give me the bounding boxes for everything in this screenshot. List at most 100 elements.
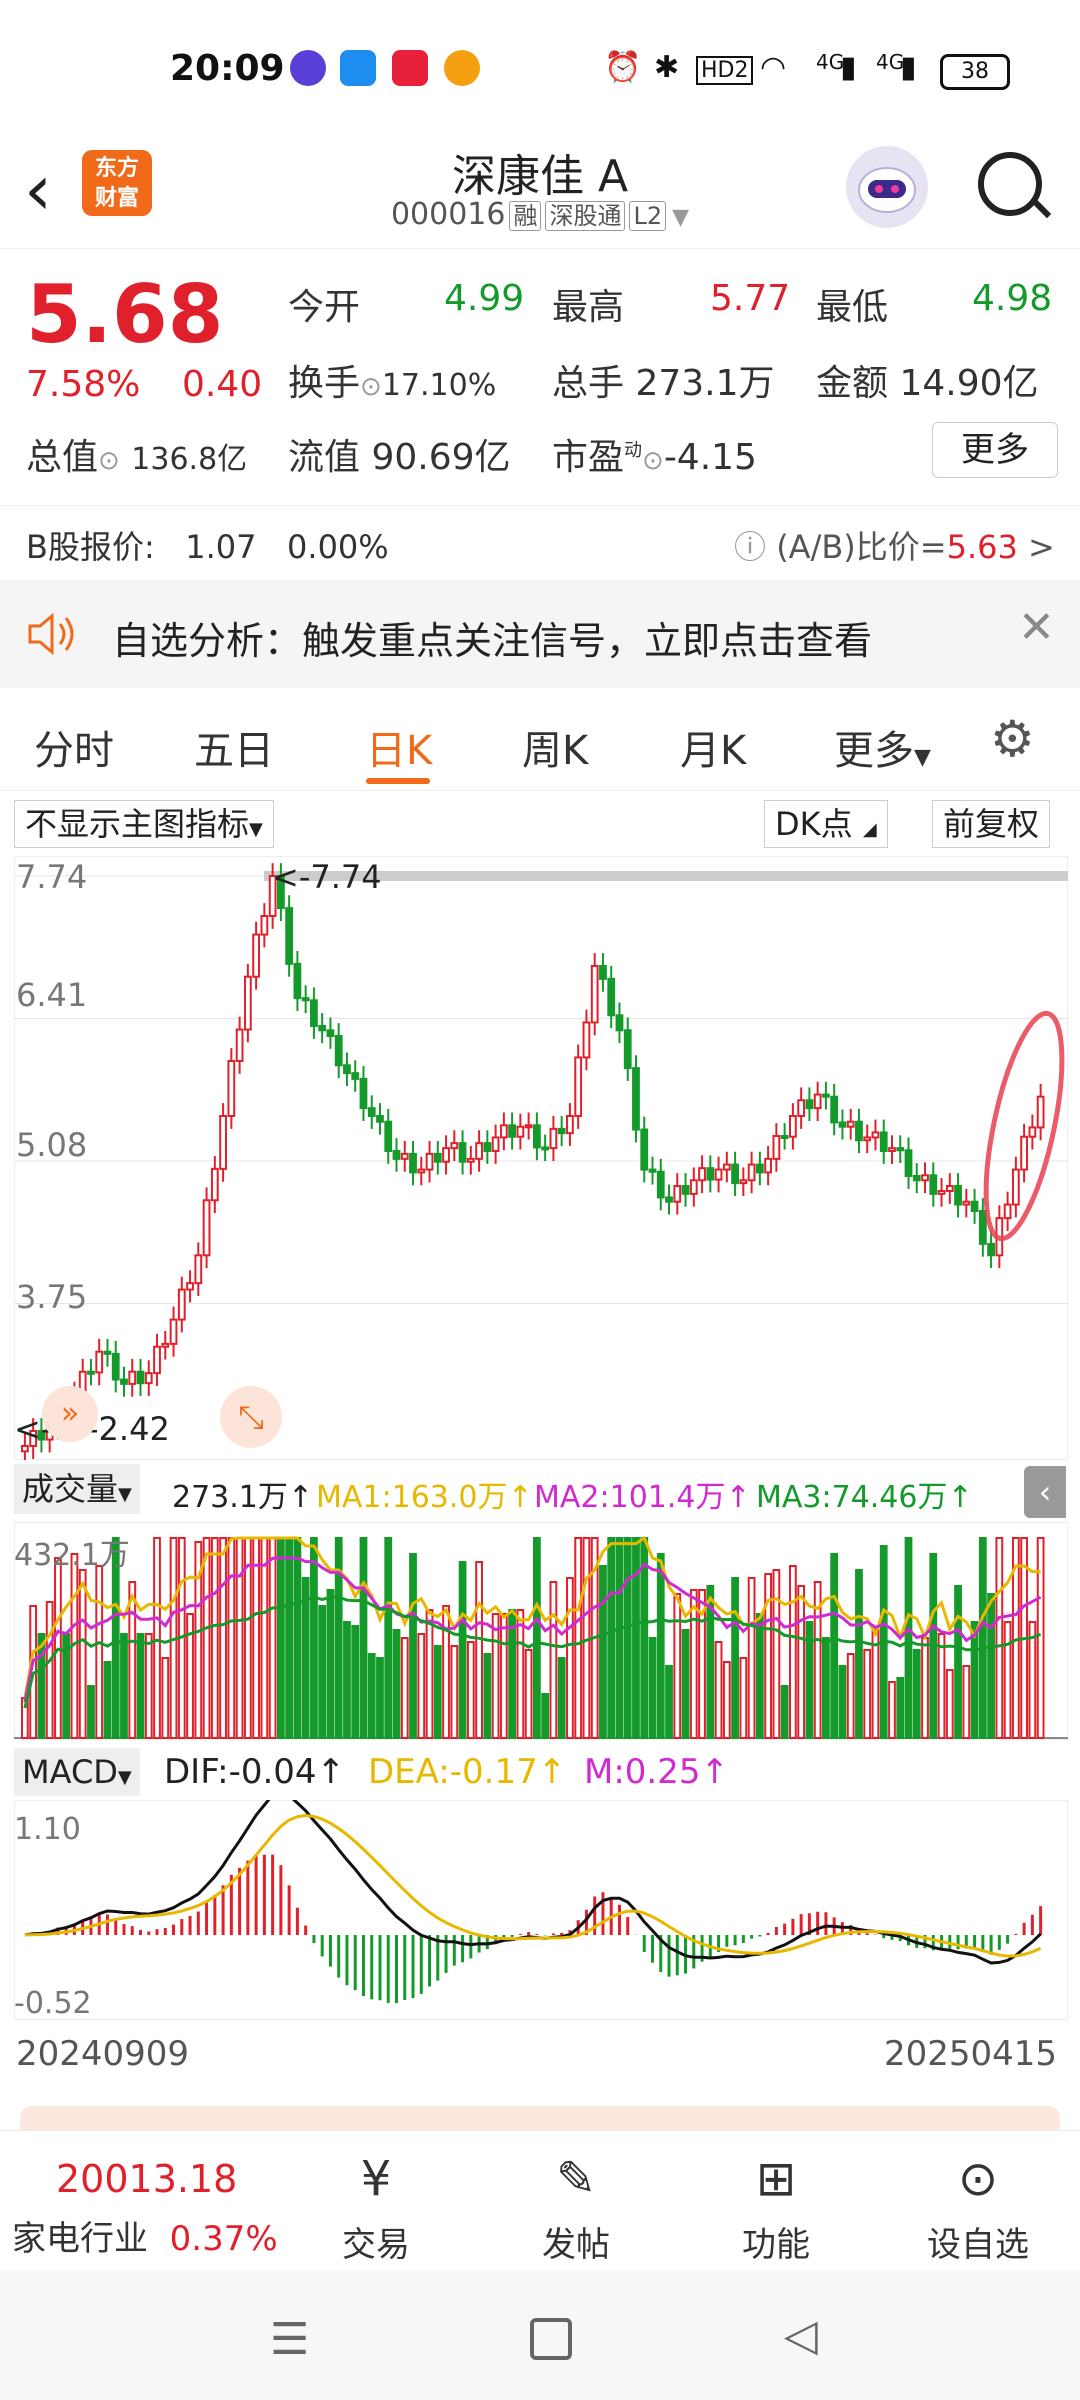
m-label: M:0.25↑ <box>584 1752 729 1792</box>
notice-banner[interactable]: 自选分析：触发重点关注信号，立即点击查看 ✕ <box>0 580 1080 688</box>
volume-bar <box>822 1637 830 1739</box>
volume-arrow: ↑ <box>287 1480 314 1515</box>
open-value: 4.99 <box>444 278 525 319</box>
volume-bar <box>326 1589 335 1739</box>
volume-bar <box>310 1537 318 1739</box>
pe-info-icon[interactable]: ⊙ <box>642 446 664 476</box>
macd-indicator-label: MACD <box>22 1753 118 1791</box>
tab-more-caret: ▼ <box>914 745 931 770</box>
volume-bar <box>607 1537 616 1739</box>
post-button[interactable]: ✎ 发帖 <box>516 2151 636 2266</box>
macd-y-bottom: -0.52 <box>14 1986 92 2021</box>
candle-body <box>780 1135 789 1139</box>
volume-bar <box>921 1637 929 1739</box>
alarm-icon: ⏰ <box>604 50 642 85</box>
trade-button[interactable]: ¥ 交易 <box>316 2151 436 2266</box>
high-value: 5.77 <box>710 278 791 319</box>
volume-indicator-select[interactable]: 成交量▼ <box>14 1464 140 1514</box>
industry-row[interactable]: 家电行业 0.37% <box>12 2211 278 2260</box>
volume-bar <box>466 1641 475 1739</box>
candle-body <box>210 1167 219 1202</box>
candle-body <box>516 1125 525 1138</box>
start-date: 20240909 <box>16 2034 190 2074</box>
volume-bar <box>623 1537 632 1739</box>
expand-icon[interactable]: ⤡ <box>220 1386 282 1448</box>
more-button[interactable]: 更多 <box>932 422 1058 478</box>
dk-caret-icon: ◢ <box>862 819 877 840</box>
close-icon[interactable]: ✕ <box>1018 602 1055 653</box>
volume-bar <box>359 1537 368 1739</box>
candle-body <box>739 1179 748 1185</box>
tab-monthly-k[interactable]: 月K <box>680 718 746 776</box>
candle-body <box>359 1077 368 1110</box>
volume-bar <box>780 1685 789 1739</box>
open-label: 今开 <box>288 287 361 328</box>
ab-ratio-row[interactable]: ⓘ (A/B)比价=5.63 > <box>734 522 1055 568</box>
current-price: 5.68 <box>26 268 224 361</box>
candle-body <box>978 1210 987 1245</box>
info-icon[interactable]: ⊙ <box>98 446 120 476</box>
ab-ratio-value: 5.63 <box>946 528 1018 566</box>
volume-bar <box>524 1649 533 1739</box>
volume-bar <box>37 1633 46 1739</box>
tab-more[interactable]: 更多▼ <box>834 718 931 776</box>
tab-intraday[interactable]: 分时 <box>34 718 114 776</box>
turnover-value: 17.10% <box>381 368 497 403</box>
tag-l2: L2 <box>629 201 667 231</box>
volume-bar <box>747 1577 756 1739</box>
candlestick-chart[interactable] <box>14 856 1068 1460</box>
macd-indicator-select[interactable]: MACD▼ <box>14 1748 140 1796</box>
volume-bar <box>970 1621 979 1739</box>
dk-point-button[interactable]: DK点 ◢ <box>764 800 888 848</box>
turnover-label-row: 换手⊙17.10% <box>288 354 496 406</box>
add-watchlist-button[interactable]: ⊙ 设自选 <box>918 2151 1038 2266</box>
low-value: 4.98 <box>972 278 1053 319</box>
turnover-info-icon[interactable]: ⊙ <box>360 372 382 402</box>
tab-weekly-k[interactable]: 周K <box>522 718 588 776</box>
candle-body <box>648 1168 657 1173</box>
volume-bar <box>896 1677 905 1739</box>
ma1-text: MA1:163.0万 <box>316 1480 508 1515</box>
search-icon[interactable] <box>978 152 1042 216</box>
market-cap-row[interactable]: 总值⊙ 136.8亿 <box>26 428 247 480</box>
settings-gear-icon[interactable]: ⚙ <box>990 710 1035 768</box>
functions-button[interactable]: ⊞ 功能 <box>716 2151 836 2266</box>
candle-body <box>912 1175 921 1182</box>
collapse-icon[interactable]: » <box>42 1386 98 1442</box>
candle-body <box>599 965 607 980</box>
candle-body <box>772 1135 781 1160</box>
dea-arrow: ↑ <box>537 1752 567 1792</box>
volume-bar <box>632 1537 640 1739</box>
annotation-circle <box>983 1010 1065 1242</box>
candle-body <box>607 977 616 1017</box>
volume-chart[interactable] <box>14 1522 1068 1740</box>
assistant-robot-icon[interactable] <box>846 146 928 228</box>
max-price-marker: <-7.74 <box>272 858 382 896</box>
candle-body <box>855 1120 863 1142</box>
volume-bar <box>978 1537 987 1739</box>
tab-five-day[interactable]: 五日 <box>194 718 274 776</box>
back-nav-icon[interactable]: ◁ <box>784 2310 818 2361</box>
ma2-arrow: ↑ <box>725 1480 751 1515</box>
candle-body <box>747 1163 756 1182</box>
bshare-price: 1.07 <box>185 528 257 566</box>
candle-body <box>103 1350 112 1355</box>
bshare-row: B股报价: 1.07 0.00% <box>26 522 389 568</box>
macd-chart[interactable] <box>14 1800 1068 2020</box>
adjust-button[interactable]: 前复权 <box>932 800 1051 848</box>
system-nav-bar: ☰ ◁ <box>0 2270 1080 2400</box>
volume-bar <box>450 1645 459 1739</box>
candle-body <box>921 1174 929 1182</box>
home-nav-icon[interactable] <box>530 2318 572 2360</box>
candle-body <box>574 1056 583 1118</box>
industry-index-value[interactable]: 20013.18 <box>56 2157 237 2201</box>
candle-body <box>731 1163 739 1185</box>
promo-strip[interactable] <box>20 2106 1060 2130</box>
main-indicator-select[interactable]: 不显示主图指标▼ <box>14 800 274 848</box>
menu-nav-icon[interactable]: ☰ <box>270 2314 309 2365</box>
candle-body <box>764 1157 773 1174</box>
side-panel-toggle-icon[interactable]: ‹ <box>1024 1466 1066 1518</box>
bshare-pct: 0.00% <box>287 528 389 566</box>
tab-daily-k[interactable]: 日K <box>366 718 432 776</box>
dif-label: DIF:-0.04↑ <box>164 1752 345 1792</box>
